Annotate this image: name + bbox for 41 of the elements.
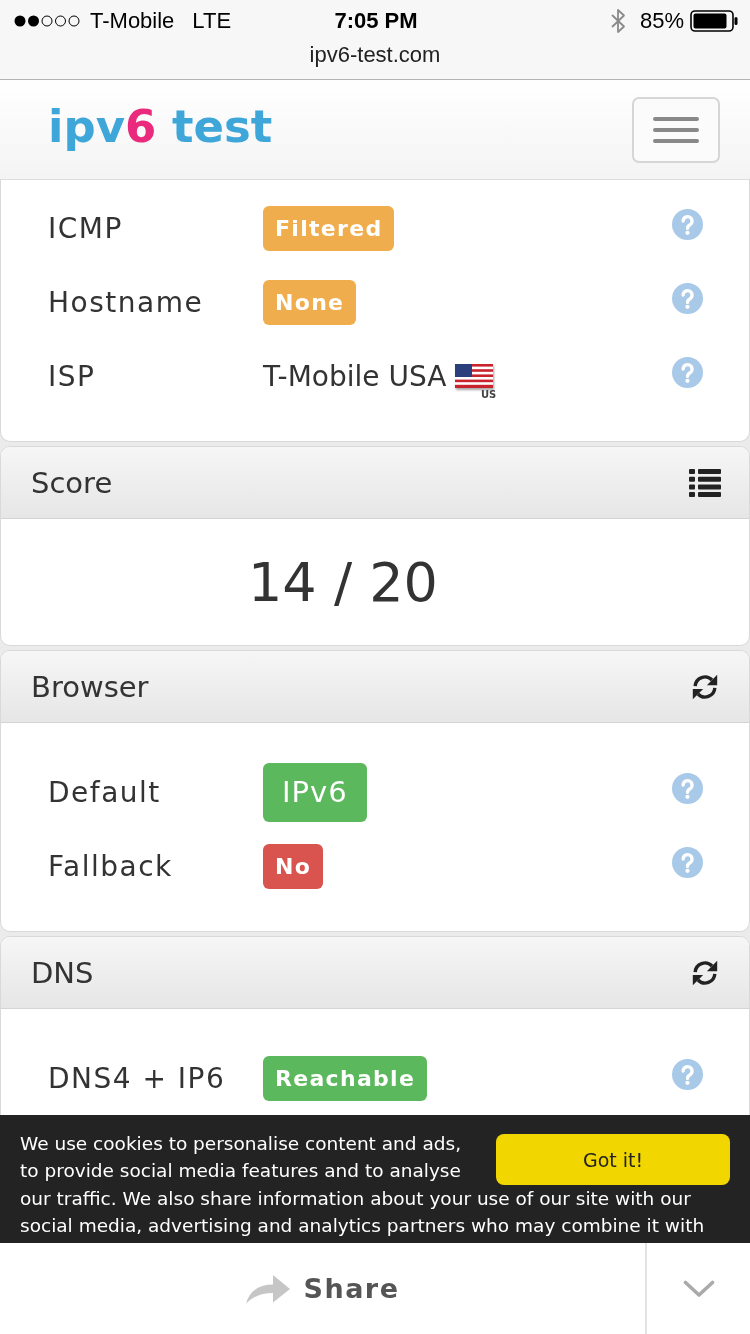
test-label: Fallback (48, 849, 174, 883)
result-badge: Filtered (263, 205, 395, 251)
share-arrow-icon (245, 1272, 292, 1305)
test-label: Default (48, 775, 162, 809)
help-icon[interactable] (672, 1058, 703, 1090)
isp-name: T-Mobile USA (263, 359, 447, 393)
site-logo[interactable]: ipv6 test (48, 100, 273, 153)
page-url[interactable]: ipv6-test.com (309, 42, 441, 68)
help-icon[interactable] (672, 356, 703, 388)
clock-time: 7:05 PM (334, 8, 418, 34)
share-button[interactable]: Share (245, 1272, 400, 1305)
test-label: ISP (48, 359, 97, 393)
result-badge: None (263, 279, 357, 325)
battery-icon (690, 10, 738, 32)
help-icon[interactable] (672, 846, 703, 878)
help-icon[interactable] (672, 282, 703, 314)
cookie-notice-text: our traffic. We also share information about your use of our site with our social media, advertising and analytics partners who may combine it with (20, 1187, 706, 1238)
signal-icon (14, 15, 80, 27)
network-type: LTE (192, 8, 232, 34)
help-icon[interactable] (672, 208, 703, 240)
section-title: Browser (31, 669, 149, 704)
test-label: Hostname (48, 285, 205, 319)
flag-caption: US (481, 389, 497, 400)
section-title: Score (31, 465, 113, 500)
battery-percent: 85% (639, 8, 684, 34)
section-title: DNS (31, 955, 94, 990)
menu-icon (653, 116, 699, 143)
chevron-down-icon (682, 1279, 715, 1298)
got-it-button[interactable]: Got it! (496, 1134, 730, 1185)
flag-icon (455, 364, 494, 388)
test-label: DNS4 + IP6 (48, 1061, 227, 1095)
score-value: 14 / 20 (248, 550, 438, 614)
carrier-name: T-Mobile (90, 8, 175, 34)
help-icon[interactable] (672, 772, 703, 804)
list-icon[interactable] (689, 467, 721, 498)
test-label: ICMP (48, 211, 124, 245)
menu-button[interactable] (632, 96, 720, 163)
result-badge: Reachable (263, 1055, 428, 1101)
bluetooth-icon (609, 8, 626, 34)
result-badge: No (263, 843, 324, 889)
result-badge: IPv6 (263, 762, 367, 822)
